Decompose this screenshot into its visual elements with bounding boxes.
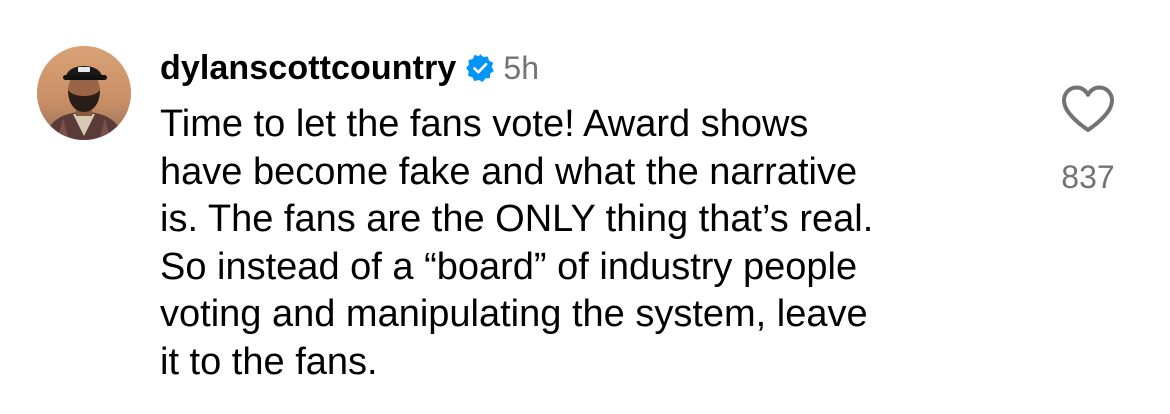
comment-text: Time to let the fans vote! Award shows h… — [160, 101, 990, 386]
comment-timestamp: 5h — [503, 49, 540, 86]
comment-text-line: voting and manipulating the system, leav… — [160, 293, 868, 335]
heart-outline-icon — [1062, 85, 1114, 132]
like-button[interactable] — [1060, 84, 1116, 134]
comment-text-line: it to the fans. — [160, 340, 378, 383]
comment-text-line: So instead of a “board” of industry peop… — [160, 245, 858, 288]
comment-text-line: Time to let the fans vote! Award shows — [160, 103, 809, 145]
like-count: 837 — [1061, 159, 1115, 195]
comment-text-line: is. The fans are the ONLY thing that’s r… — [160, 198, 874, 240]
comment-item: dylanscottcountry 5h Time to let the fan… — [0, 0, 1170, 414]
comment-header: dylanscottcountry 5h — [160, 48, 539, 88]
avatar[interactable] — [37, 46, 131, 140]
verified-badge-icon — [465, 53, 495, 83]
comment-text-line: have become fake and what the narrative — [160, 150, 858, 193]
avatar-image — [37, 46, 131, 140]
username-link[interactable]: dylanscottcountry — [160, 49, 456, 88]
